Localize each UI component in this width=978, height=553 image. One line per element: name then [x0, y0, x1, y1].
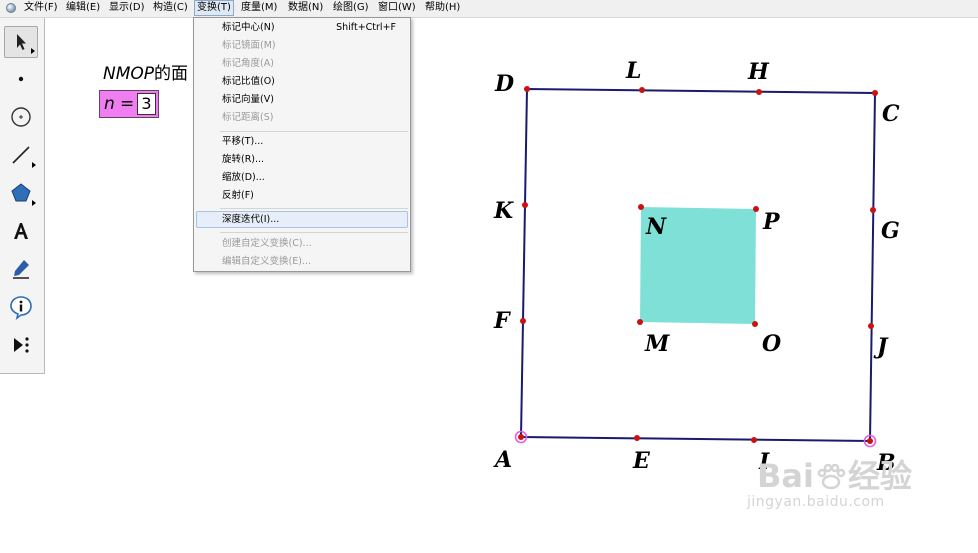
point-e[interactable] — [634, 435, 640, 441]
point-c[interactable] — [872, 90, 878, 96]
point-l[interactable] — [639, 87, 645, 93]
label-m[interactable]: M — [645, 332, 669, 356]
label-f[interactable]: F — [494, 309, 510, 333]
menu-item-dilate[interactable]: 缩放(D)... — [222, 172, 265, 184]
area-polygon-name: NMOP — [103, 64, 155, 84]
point-j[interactable] — [868, 323, 874, 329]
label-j[interactable]: J — [877, 335, 887, 359]
shortcut-mark-center: Shift+Ctrl+F — [336, 22, 396, 33]
point-g[interactable] — [870, 207, 876, 213]
label-o[interactable]: O — [762, 332, 781, 356]
point-d[interactable] — [524, 86, 530, 92]
label-k[interactable]: K — [494, 199, 513, 223]
label-n[interactable]: N — [646, 215, 666, 239]
point-h[interactable] — [756, 89, 762, 95]
menu-item-rotate[interactable]: 旋转(R)... — [222, 154, 264, 166]
label-p[interactable]: P — [763, 210, 780, 234]
label-l[interactable]: L — [626, 59, 641, 83]
point-o[interactable] — [752, 321, 758, 327]
point-k[interactable] — [522, 202, 528, 208]
point-p[interactable] — [753, 206, 759, 212]
transform-dropdown-menu: 标记中心(N) Shift+Ctrl+F 标记镜面(M) 标记角度(A) 标记比… — [193, 17, 411, 272]
menu-item-mark-mirror[interactable]: 标记镜面(M) — [222, 40, 276, 52]
label-d[interactable]: D — [495, 72, 514, 96]
menu-separator — [220, 232, 408, 233]
point-n[interactable] — [638, 204, 644, 210]
point-i[interactable] — [751, 437, 757, 443]
parameter-n[interactable]: n = 3 — [99, 90, 159, 118]
point-a[interactable] — [518, 434, 524, 440]
menu-item-edit-custom-transform[interactable]: 编辑自定义变换(E)... — [222, 256, 311, 268]
label-e[interactable]: E — [633, 449, 650, 473]
paw-icon — [816, 461, 846, 490]
label-c[interactable]: C — [882, 102, 900, 126]
menu-item-mark-angle[interactable]: 标记角度(A) — [222, 58, 274, 70]
menu-item-mark-ratio[interactable]: 标记比值(O) — [222, 76, 275, 88]
label-h[interactable]: H — [748, 60, 769, 84]
menu-item-mark-vector[interactable]: 标记向量(V) — [222, 94, 274, 106]
parameter-name: n — [104, 94, 115, 114]
point-m[interactable] — [637, 319, 643, 325]
area-measurement-label[interactable]: NMOP的面 — [103, 64, 188, 84]
menu-item-create-custom-transform[interactable]: 创建自定义变换(C)... — [222, 238, 312, 250]
parameter-value[interactable]: 3 — [137, 93, 156, 115]
menu-item-reflect[interactable]: 反射(F) — [222, 190, 254, 202]
menu-separator — [220, 208, 408, 209]
point-f[interactable] — [520, 318, 526, 324]
watermark-jingyan: 经验 — [847, 457, 912, 495]
menu-item-mark-center[interactable]: 标记中心(N) — [222, 22, 275, 34]
label-a[interactable]: A — [495, 448, 512, 472]
menu-item-mark-distance[interactable]: 标记距离(S) — [222, 112, 273, 124]
baidu-jingyan-watermark: Bai 经验 jingyan.baidu.com — [747, 457, 912, 510]
point-b[interactable] — [867, 438, 873, 444]
label-g[interactable]: G — [881, 219, 900, 243]
menu-item-translate[interactable]: 平移(T)... — [222, 136, 263, 148]
area-label-text: 的面 — [154, 64, 189, 84]
menu-item-iterate-depth[interactable]: 深度迭代(I)... — [222, 214, 279, 226]
watermark-bai: Bai — [757, 457, 814, 495]
menu-separator — [220, 131, 408, 132]
parameter-equals: = — [120, 94, 135, 114]
watermark-url: jingyan.baidu.com — [747, 494, 885, 510]
